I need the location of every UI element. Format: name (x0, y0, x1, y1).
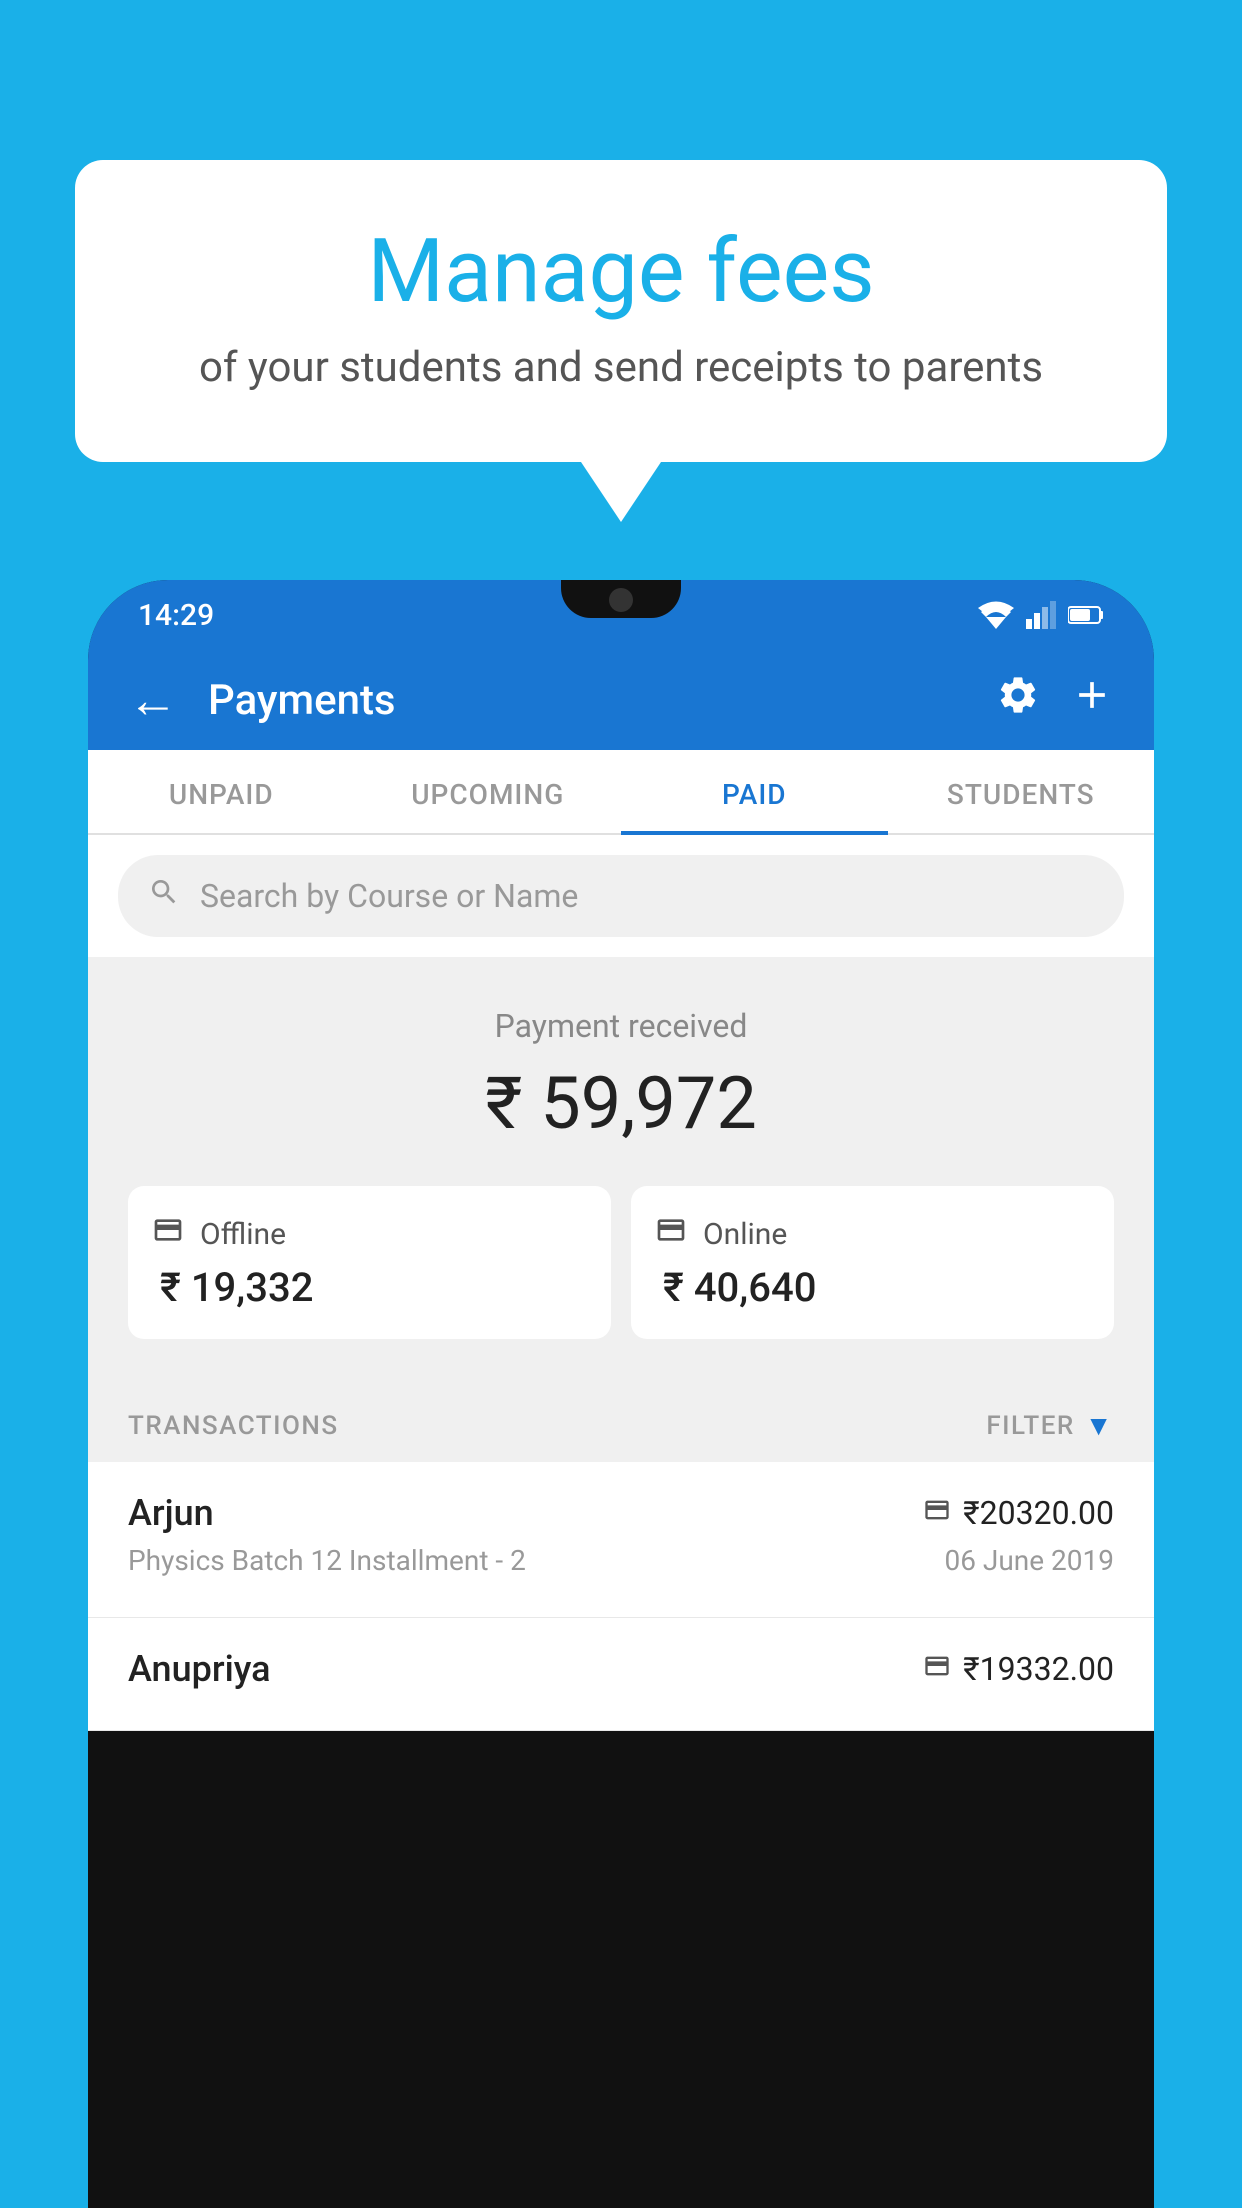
screen-content: Search by Course or Name Payment receive… (88, 835, 1154, 1731)
online-card-header: Online (655, 1214, 1090, 1254)
online-icon (655, 1214, 687, 1254)
filter-label: FILTER (986, 1411, 1074, 1441)
settings-icon[interactable] (996, 673, 1040, 728)
transactions-label: TRANSACTIONS (128, 1411, 339, 1441)
speech-bubble: Manage fees of your students and send re… (75, 160, 1167, 462)
offline-icon (152, 1214, 184, 1254)
filter-button[interactable]: FILTER ▼ (986, 1409, 1114, 1442)
phone-frame: 14:29 ← Payments (88, 580, 1154, 2208)
transaction-item-2[interactable]: Anupriya ₹19332.00 (88, 1618, 1154, 1731)
transaction-name-2: Anupriya (128, 1648, 271, 1690)
offline-card-header: Offline (152, 1214, 587, 1254)
status-icons (978, 601, 1104, 629)
back-button[interactable]: ← (128, 671, 178, 730)
app-bar-actions (996, 673, 1114, 728)
payment-label: Payment received (128, 1007, 1114, 1045)
offline-payment-card: Offline ₹ 19,332 (128, 1186, 611, 1339)
payment-cards: Offline ₹ 19,332 Online ₹ 40,640 (128, 1186, 1114, 1339)
signal-icon (1026, 601, 1056, 629)
tabs: UNPAID UPCOMING PAID STUDENTS (88, 750, 1154, 835)
transaction-course-1: Physics Batch 12 Installment - 2 (128, 1544, 526, 1577)
online-type-label: Online (703, 1217, 787, 1252)
speech-bubble-subtitle: of your students and send receipts to pa… (155, 343, 1087, 392)
tab-paid[interactable]: PAID (621, 750, 888, 833)
search-icon (148, 875, 180, 917)
tab-upcoming[interactable]: UPCOMING (355, 750, 622, 833)
transaction-type-icon-1 (923, 1496, 951, 1531)
transaction-item[interactable]: Arjun ₹20320.00 Physics Batch 12 Install… (88, 1462, 1154, 1618)
transaction-amount-row-2: ₹19332.00 (923, 1650, 1114, 1688)
transactions-header: TRANSACTIONS FILTER ▼ (88, 1379, 1154, 1462)
status-bar: 14:29 (88, 580, 1154, 650)
app-bar: ← Payments (88, 650, 1154, 750)
online-payment-card: Online ₹ 40,640 (631, 1186, 1114, 1339)
transaction-amount-row-1: ₹20320.00 (923, 1494, 1114, 1532)
app-bar-title: Payments (208, 676, 996, 725)
wifi-icon (978, 601, 1014, 629)
offline-amount: ₹ 19,332 (152, 1264, 587, 1311)
transaction-row-2: Anupriya ₹19332.00 (128, 1648, 1114, 1690)
search-bar[interactable]: Search by Course or Name (118, 855, 1124, 937)
add-icon[interactable] (1070, 673, 1114, 728)
transaction-amount-1: ₹20320.00 (963, 1494, 1114, 1532)
offline-type-label: Offline (200, 1217, 286, 1252)
search-bar-container: Search by Course or Name (88, 835, 1154, 957)
transaction-type-icon-2 (923, 1652, 951, 1687)
tab-students[interactable]: STUDENTS (888, 750, 1155, 833)
payment-summary: Payment received ₹ 59,972 Offline ₹ 19,3… (88, 957, 1154, 1379)
transaction-detail-row-1: Physics Batch 12 Installment - 2 06 June… (128, 1544, 1114, 1577)
transaction-amount-2: ₹19332.00 (963, 1650, 1114, 1688)
payment-amount: ₹ 59,972 (128, 1061, 1114, 1146)
status-time: 14:29 (138, 598, 214, 633)
notch-camera (609, 588, 633, 612)
speech-bubble-title: Manage fees (155, 220, 1087, 323)
speech-bubble-container: Manage fees of your students and send re… (75, 160, 1167, 522)
notch (561, 580, 681, 618)
filter-icon: ▼ (1085, 1409, 1114, 1442)
transaction-date-1: 06 June 2019 (944, 1544, 1114, 1577)
online-amount: ₹ 40,640 (655, 1264, 1090, 1311)
transaction-name-1: Arjun (128, 1492, 214, 1534)
search-placeholder: Search by Course or Name (200, 877, 578, 915)
transaction-row-1: Arjun ₹20320.00 (128, 1492, 1114, 1534)
speech-bubble-tail (581, 462, 661, 522)
battery-icon (1068, 605, 1104, 625)
tab-unpaid[interactable]: UNPAID (88, 750, 355, 833)
